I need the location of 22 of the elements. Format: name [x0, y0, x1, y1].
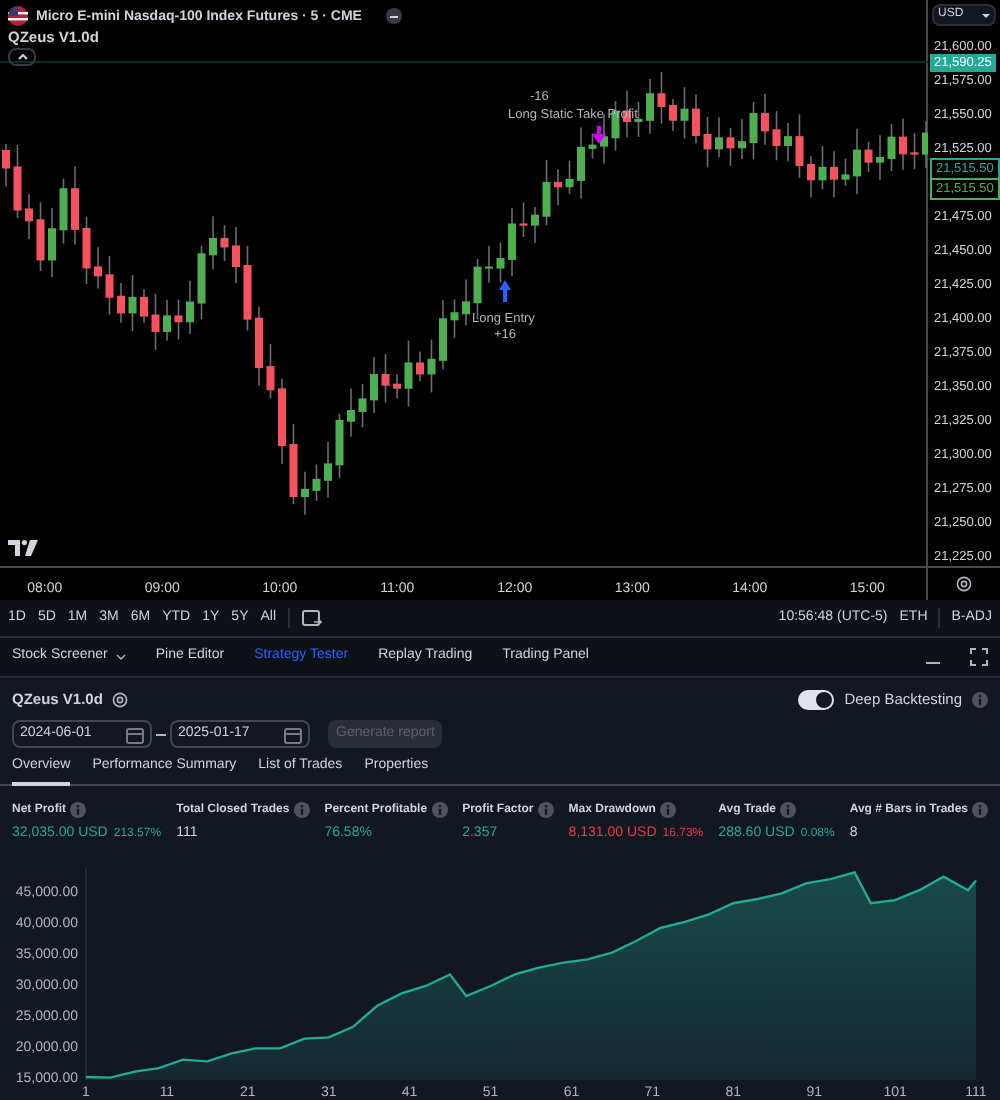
info-icon[interactable] [431, 802, 448, 819]
info-icon[interactable] [779, 802, 796, 819]
tradingview-logo-icon [8, 540, 38, 556]
info-icon[interactable] [659, 802, 676, 819]
caret-icon [982, 13, 990, 17]
maximize-icon[interactable] [970, 648, 988, 666]
deep-backtesting-toggle[interactable] [798, 689, 835, 710]
settings-icon[interactable] [956, 576, 972, 592]
info-icon[interactable] [972, 802, 988, 819]
info-icon[interactable] [70, 802, 86, 819]
entry-arrow-icon [499, 280, 511, 302]
flag-icon [8, 6, 28, 26]
calendar-range-icon[interactable] [302, 609, 323, 627]
chevron-up-icon [17, 54, 27, 60]
info-icon[interactable] [293, 802, 310, 819]
info-icon[interactable] [972, 691, 988, 708]
info-icon[interactable] [537, 802, 554, 819]
chevron-up-button[interactable] [8, 48, 36, 66]
calendar-icon[interactable] [126, 725, 144, 744]
settings-icon[interactable] [112, 691, 129, 708]
collapse-button[interactable] [385, 8, 402, 24]
calendar-icon[interactable] [284, 725, 302, 744]
